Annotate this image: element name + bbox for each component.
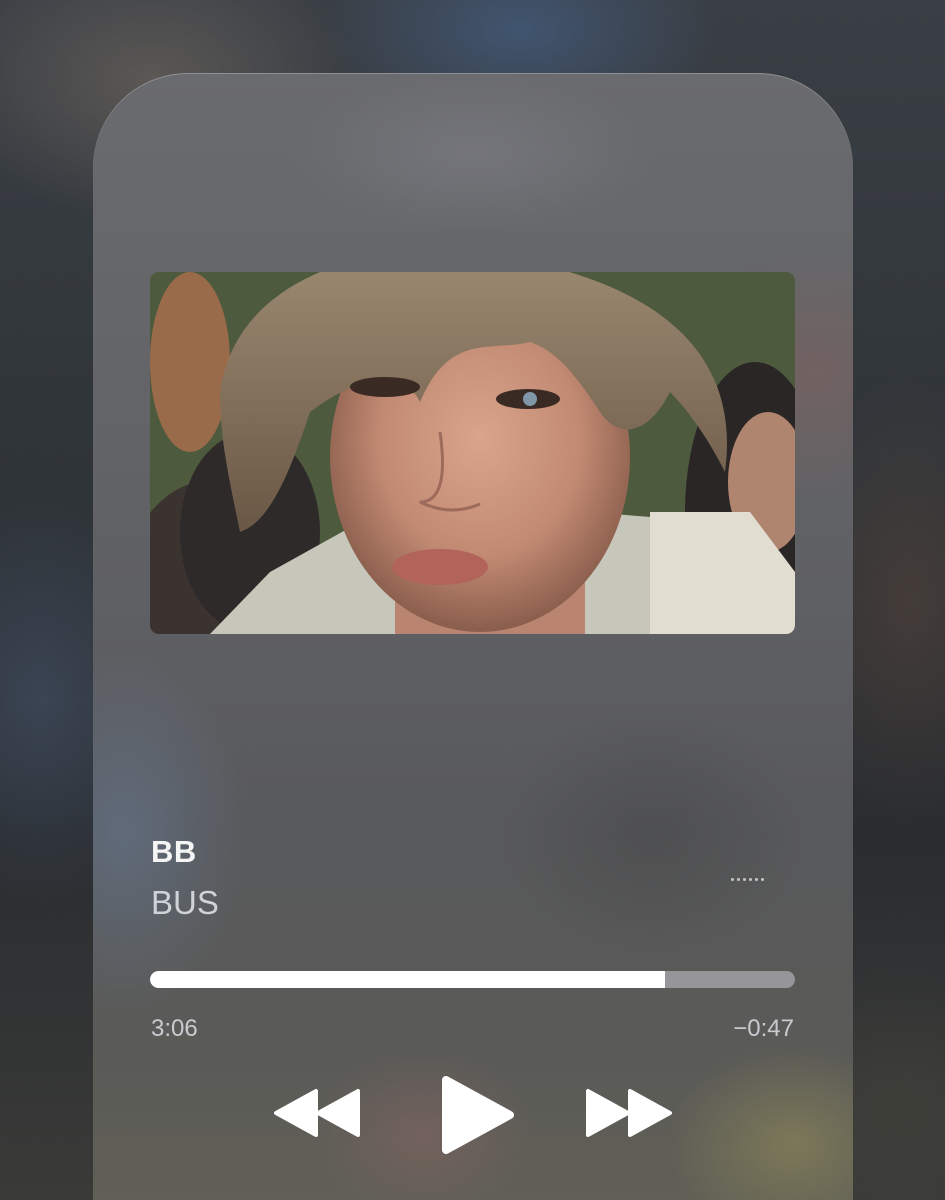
progress-fill	[150, 971, 665, 988]
remaining-time: −0:47	[733, 1015, 794, 1042]
fast-forward-icon	[586, 1089, 672, 1137]
rewind-button[interactable]	[272, 1088, 362, 1138]
more-dots-icon[interactable]	[712, 864, 782, 894]
rewind-icon	[274, 1089, 360, 1137]
play-icon	[442, 1076, 514, 1154]
fast-forward-button[interactable]	[584, 1088, 674, 1138]
playback-progress-bar[interactable]	[150, 971, 795, 988]
album-artwork	[150, 272, 795, 634]
track-artist: BUS	[151, 884, 219, 921]
play-button[interactable]	[440, 1074, 516, 1156]
track-title: BB	[151, 834, 197, 869]
elapsed-time: 3:06	[151, 1015, 198, 1042]
